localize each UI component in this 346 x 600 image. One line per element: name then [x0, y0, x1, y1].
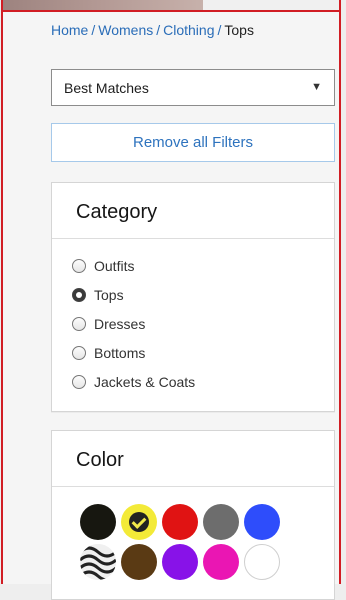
category-option-label: Tops: [94, 286, 124, 303]
color-filter-card: Color: [51, 430, 335, 600]
breadcrumb-link-womens[interactable]: Womens: [98, 22, 153, 38]
color-swatch-row: [80, 544, 320, 580]
category-option-label: Jackets & Coats: [94, 373, 196, 390]
radio-button[interactable]: [72, 316, 86, 331]
checkmark-icon: [129, 512, 149, 532]
breadcrumb-separator: /: [156, 22, 161, 38]
color-swatch-grid: [80, 504, 320, 584]
category-option-bottoms[interactable]: Bottoms: [72, 338, 334, 367]
radio-button[interactable]: [72, 345, 86, 360]
category-option-outfits[interactable]: Outfits: [72, 251, 334, 280]
color-title: Color: [76, 449, 124, 471]
category-filter-card: Category Outfits Tops Dresses Bottoms Ja…: [51, 182, 335, 412]
remove-all-filters-label: Remove all Filters: [132, 134, 254, 151]
category-option-label: Outfits: [94, 257, 135, 274]
page-frame: Home / Womens / Clothing / Tops Best Matches ▼…: [1, 0, 341, 600]
color-divider: [52, 486, 334, 487]
color-swatch-black[interactable]: [80, 504, 116, 540]
breadcrumb-separator: /: [91, 22, 96, 38]
color-swatch-row: [80, 504, 320, 540]
color-swatch-pink[interactable]: [203, 544, 239, 580]
breadcrumb-link-home[interactable]: Home: [51, 22, 88, 38]
category-option-dresses[interactable]: Dresses: [72, 309, 334, 338]
color-swatch-brown[interactable]: [121, 544, 157, 580]
pattern-icon: [80, 544, 116, 580]
radio-button[interactable]: [72, 258, 86, 273]
color-swatch-pattern[interactable]: [80, 544, 116, 580]
radio-button-selected[interactable]: [72, 287, 86, 302]
radio-button[interactable]: [72, 374, 86, 389]
triangle-down-icon: ▼: [311, 81, 322, 93]
color-swatch-red[interactable]: [162, 504, 198, 540]
color-swatch-white[interactable]: [244, 544, 280, 580]
color-swatch-grey[interactable]: [203, 504, 239, 540]
category-options-list: Outfits Tops Dresses Bottoms Jackets & C…: [52, 239, 334, 396]
remove-all-filters-button[interactable]: Remove all Filters: [51, 123, 335, 162]
category-option-tops[interactable]: Tops: [72, 280, 334, 309]
breadcrumb-link-clothing[interactable]: Clothing: [163, 22, 214, 38]
category-option-label: Bottoms: [94, 344, 146, 361]
category-option-jackets-coats[interactable]: Jackets & Coats: [72, 367, 334, 396]
header-background: [203, 0, 339, 10]
color-swatch-blue[interactable]: [244, 504, 280, 540]
header-image: [3, 0, 203, 10]
breadcrumb-current-tops: Tops: [224, 22, 254, 38]
color-swatch-purple[interactable]: [162, 544, 198, 580]
color-swatch-yellow[interactable]: [121, 504, 157, 540]
category-option-label: Dresses: [94, 315, 146, 332]
sort-dropdown[interactable]: Best Matches ▼: [51, 69, 335, 106]
category-title: Category: [76, 201, 158, 223]
breadcrumb: Home / Womens / Clothing / Tops: [51, 22, 254, 38]
breadcrumb-separator: /: [217, 22, 222, 38]
sort-selected-value: Best Matches: [64, 79, 149, 96]
header-image-strip: [3, 0, 339, 12]
